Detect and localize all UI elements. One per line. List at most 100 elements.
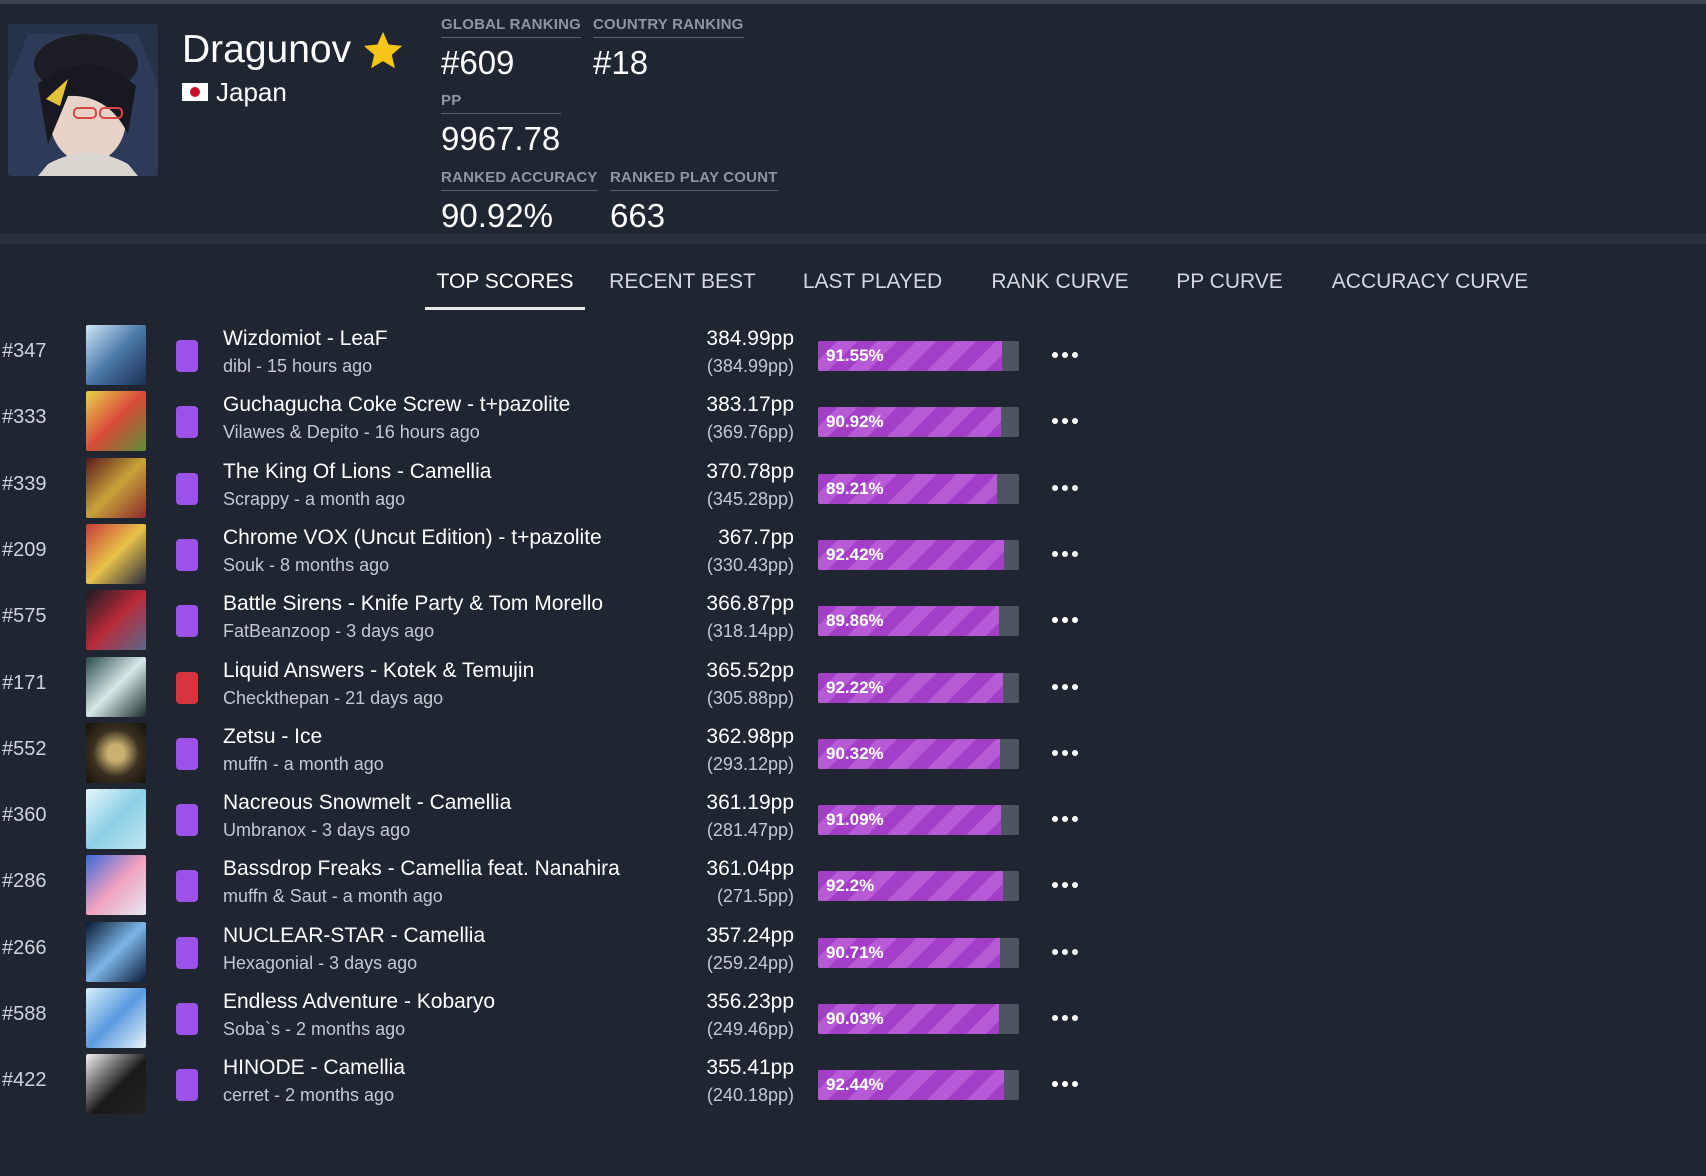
song-title-link[interactable]: Bassdrop Freaks - Camellia feat. Nanahir… [223,857,620,881]
song-title-link[interactable]: Nacreous Snowmelt - Camellia [223,791,511,815]
dot [1072,882,1078,889]
song-cover-image[interactable] [86,722,146,783]
accuracy-value: 90.71% [826,942,884,962]
score-rank: #209 [2,538,47,561]
dot [1062,418,1068,425]
score-rank: #552 [2,737,47,760]
song-title-link[interactable]: Zetsu - Ice [223,725,322,749]
accuracy-bar: 91.55% [818,341,1019,371]
song-cover-image[interactable] [86,590,146,651]
score-row[interactable]: #575 Battle Sirens - Knife Party & Tom Mo… [0,583,1706,655]
score-rank: #575 [2,605,47,628]
difficulty-badge [176,340,198,372]
country-ranking-label: COUNTRY RANKING [593,16,744,38]
dot [1052,816,1058,823]
more-options-icon[interactable] [1052,545,1078,563]
dot [1072,816,1078,823]
accuracy-stat: RANKED ACCURACY 90.92% [441,169,598,235]
song-title-link[interactable]: HINODE - Camellia [223,1056,405,1080]
country-ranking-value: #18 [593,44,649,81]
score-rank: #171 [2,671,47,694]
score-row[interactable]: #286 Bassdrop Freaks - Camellia feat. Nan… [0,848,1706,920]
more-options-icon[interactable] [1052,876,1078,894]
song-title-link[interactable]: NUCLEAR-STAR - Camellia [223,924,485,948]
song-title-link[interactable]: The King Of Lions - Camellia [223,460,491,484]
more-options-icon[interactable] [1052,943,1078,961]
score-row[interactable]: #333 Guchagucha Coke Screw - t+pazolite Vi… [0,384,1706,456]
country-name: Japan [216,76,287,107]
more-options-icon[interactable] [1052,412,1078,430]
song-cover-image[interactable] [86,1054,146,1115]
score-rank: #339 [2,472,47,495]
score-row[interactable]: #171 Liquid Answers - Kotek & Temujin Chec… [0,650,1706,722]
dot [1072,1081,1078,1088]
score-pp: 361.04pp [706,857,794,881]
accuracy-bar: 92.42% [818,539,1019,570]
score-pp: 362.98pp [706,724,794,748]
score-rank: #333 [2,406,47,429]
dot [1062,484,1068,491]
accuracy-bar: 90.32% [818,738,1019,769]
tab-recent-best[interactable]: RECENT BEST [600,258,765,310]
tab-accuracy-curve[interactable]: ACCURACY CURVE [1326,258,1534,310]
score-rank: #588 [2,1003,47,1025]
playcount-value: 663 [610,197,666,234]
song-cover-image[interactable] [86,325,146,385]
more-options-icon[interactable] [1052,678,1078,696]
difficulty-badge [176,406,198,439]
score-pp: 355.41pp [706,1056,794,1080]
song-cover-image[interactable] [86,855,146,916]
difficulty-badge [176,804,198,837]
dot [1072,749,1078,756]
more-options-icon[interactable] [1052,346,1078,364]
score-row[interactable]: #360 Nacreous Snowmelt - Camellia Umbranox… [0,782,1706,854]
tab-rank-curve[interactable]: RANK CURVE [985,258,1135,310]
score-weighted-pp: (281.47pp) [706,820,794,841]
song-cover-image[interactable] [86,457,146,518]
score-row[interactable]: #422 HINODE - Camellia cerret - 2 months a… [0,1047,1706,1119]
score-rank: #286 [2,870,47,893]
song-cover-image[interactable] [86,921,146,982]
song-cover-image[interactable] [86,391,146,452]
dot [1052,418,1058,425]
score-row[interactable]: #552 Zetsu - Ice muffn - a month ago 362.98… [0,716,1706,788]
accuracy-value: 92.2% [826,876,875,896]
tab-top-scores[interactable]: TOP SCORES [425,258,585,310]
more-options-icon[interactable] [1052,1009,1078,1027]
accuracy-bar: 92.2% [818,871,1019,902]
song-cover-image[interactable] [86,988,146,1048]
song-cover-image[interactable] [86,656,146,717]
more-options-icon[interactable] [1052,744,1078,762]
score-row[interactable]: #266 NUCLEAR-STAR - Camellia Hexagonial - … [0,915,1706,987]
song-title-link[interactable]: Wizdomiot - LeaF [223,327,388,351]
score-pp: 361.19pp [706,791,794,815]
song-cover-image[interactable] [86,789,146,850]
song-title-link[interactable]: Endless Adventure - Kobaryo [223,990,495,1014]
more-options-icon[interactable] [1052,1075,1078,1093]
dot [1052,550,1058,557]
accuracy-value: 92.22% [826,677,884,697]
tab-last-played[interactable]: LAST PLAYED [795,258,950,310]
score-row[interactable]: #347 Wizdomiot - LeaF dibl - 15 hours ago 3… [0,318,1706,390]
accuracy-value: 90.92% [826,412,884,432]
dot [1062,948,1068,955]
more-options-icon[interactable] [1052,611,1078,629]
song-title-link[interactable]: Liquid Answers - Kotek & Temujin [223,659,534,683]
song-title-link[interactable]: Chrome VOX (Uncut Edition) - t+pazolite [223,526,602,550]
dot [1062,352,1068,358]
dot [1052,617,1058,624]
tab-pp-curve[interactable]: PP CURVE [1172,258,1287,310]
more-options-icon[interactable] [1052,810,1078,828]
score-row[interactable]: #209 Chrome VOX (Uncut Edition) - t+pazol… [0,517,1706,589]
more-options-icon[interactable] [1052,479,1078,497]
mapper-and-time: Souk - 8 months ago [223,554,390,575]
avatar[interactable] [8,24,158,176]
score-row[interactable]: #588 Endless Adventure - Kobaryo Soba`s - … [0,981,1706,1053]
accuracy-value: 89.21% [826,478,884,498]
song-cover-image[interactable] [86,523,146,584]
accuracy-value: 90.03% [826,1009,884,1028]
song-title-link[interactable]: Battle Sirens - Knife Party & Tom Morell… [223,592,603,616]
song-title-link[interactable]: Guchagucha Coke Screw - t+pazolite [223,393,570,417]
score-weighted-pp: (345.28pp) [706,488,794,509]
score-row[interactable]: #339 The King Of Lions - Camellia Scrappy … [0,451,1706,523]
